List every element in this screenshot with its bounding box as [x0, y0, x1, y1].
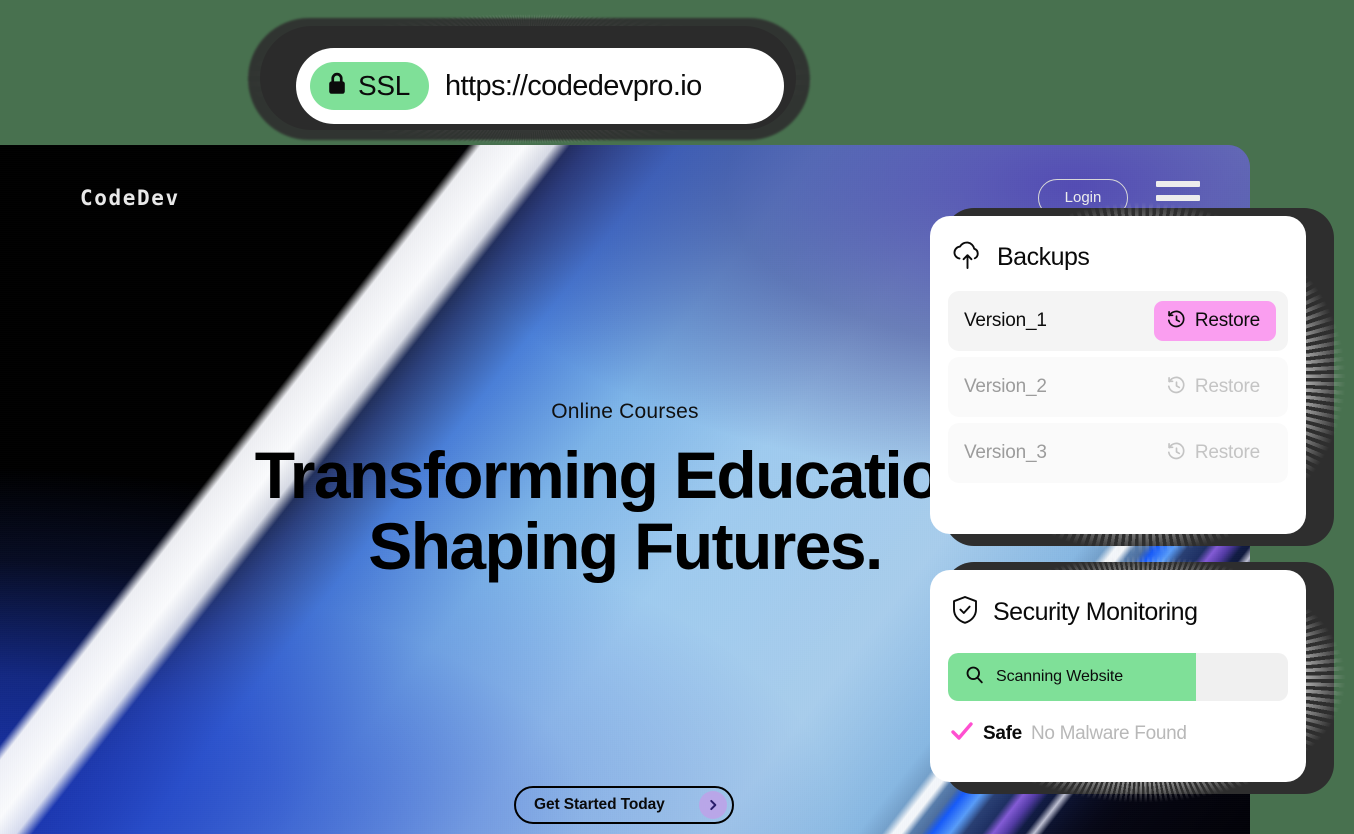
get-started-button[interactable]: Get Started Today — [514, 786, 734, 824]
restore-button[interactable]: Restore — [1154, 433, 1276, 473]
status-label: Safe — [983, 722, 1022, 744]
lock-icon — [325, 70, 349, 103]
shield-check-icon — [950, 594, 980, 631]
scan-status-label: Scanning Website — [996, 668, 1124, 685]
restore-label: Restore — [1194, 376, 1260, 397]
table-row[interactable]: Version_2 Restore — [948, 357, 1288, 417]
restore-label: Restore — [1194, 310, 1260, 331]
browser-url-widget: SSL https://codedevpro.io — [244, 14, 814, 144]
check-icon — [950, 721, 974, 746]
backups-panel: Backups Version_1 Restore Version_2 Rest… — [930, 216, 1306, 534]
scan-progress-fill: Scanning Website — [948, 653, 1197, 701]
table-row[interactable]: Version_3 Restore — [948, 423, 1288, 483]
address-bar[interactable]: SSL https://codedevpro.io — [296, 48, 784, 124]
backup-version-label: Version_1 — [964, 310, 1047, 331]
cloud-upload-icon — [950, 240, 984, 275]
history-restore-icon — [1166, 441, 1187, 465]
scan-progress-bar: Scanning Website — [948, 653, 1288, 701]
backup-version-label: Version_3 — [964, 442, 1047, 463]
backup-version-label: Version_2 — [964, 376, 1047, 397]
security-panel-header: Security Monitoring — [930, 570, 1306, 631]
menu-bar-1 — [1156, 180, 1200, 187]
page-root: CodeDev Login Online Courses Transformin… — [0, 0, 1354, 834]
history-restore-icon — [1166, 375, 1187, 399]
search-icon — [964, 664, 985, 690]
backups-list: Version_1 Restore Version_2 Restore Vers… — [930, 275, 1306, 483]
restore-button[interactable]: Restore — [1153, 301, 1276, 341]
security-panel-title: Security Monitoring — [993, 598, 1198, 626]
security-monitoring-panel: Security Monitoring Scanning Website Saf… — [930, 570, 1306, 782]
backups-panel-title: Backups — [997, 243, 1090, 271]
brand-logo[interactable]: CodeDev — [80, 186, 180, 210]
status-detail: No Malware Found — [1030, 722, 1187, 744]
history-restore-icon — [1166, 309, 1187, 333]
chevron-right-icon — [699, 791, 727, 819]
restore-label: Restore — [1194, 442, 1260, 463]
restore-button[interactable]: Restore — [1154, 367, 1276, 407]
get-started-label: Get Started Today — [534, 796, 665, 813]
backups-panel-header: Backups — [930, 216, 1306, 275]
table-row[interactable]: Version_1 Restore — [948, 291, 1288, 351]
url-widget-frame: SSL https://codedevpro.io — [260, 26, 796, 130]
status-badge: Safe No Malware Found — [930, 701, 1306, 746]
url-text: https://codedevpro.io — [445, 69, 702, 102]
ssl-badge: SSL — [310, 62, 430, 110]
ssl-label: SSL — [358, 70, 411, 101]
